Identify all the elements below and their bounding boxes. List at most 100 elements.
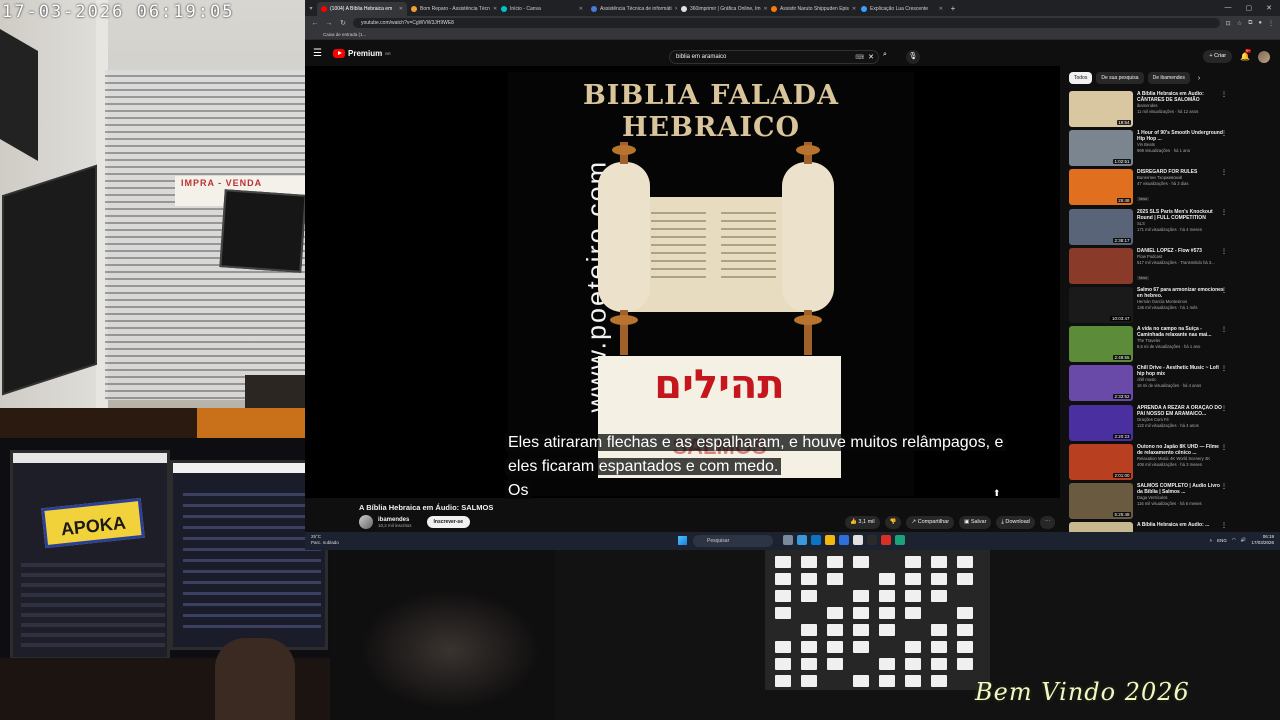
video-title[interactable]: 1 Hour of 90's Smooth Underground Hip Ho…	[1137, 130, 1225, 142]
close-tab-icon[interactable]: ✕	[852, 6, 856, 12]
back-icon[interactable]: ←	[311, 20, 319, 27]
task-view-icon[interactable]	[783, 535, 793, 545]
video-thumbnail[interactable]: 2:49:55	[1069, 326, 1133, 363]
video-title[interactable]: APRENDA A REZAR A ORAÇÃO DO PAI NOSSO EM…	[1137, 405, 1225, 417]
recommended-video[interactable]: 5:25:48 SALMOS COMPLETO | Áudio Livro da …	[1069, 482, 1227, 522]
taskbar-search[interactable]: Pesquisar	[693, 535, 773, 547]
recommended-video[interactable]: 1:02:51 1 Hour of 90's Smooth Underground…	[1069, 130, 1227, 169]
video-options-icon[interactable]: ⋮	[1221, 444, 1227, 451]
video-thumbnail[interactable]: 25:48	[1069, 169, 1133, 206]
browser-tab[interactable]: (1004) A Bíblia Hebraica em ✕	[317, 2, 407, 16]
browser-menu-icon[interactable]: ⋮	[1268, 20, 1274, 27]
video-thumbnail[interactable]: 2:01:00	[1069, 443, 1133, 480]
video-thumbnail[interactable]: 10:03:47	[1069, 286, 1133, 323]
app-icon[interactable]	[853, 535, 863, 545]
video-title[interactable]: Outono no Japão 8K UHD — Filme de relaxa…	[1137, 444, 1225, 456]
url-field[interactable]: youtube.com/watch?v=CgWVW3JH9WE8	[353, 18, 1220, 28]
extensions-icon[interactable]: ⧉	[1248, 20, 1252, 27]
file-explorer-icon[interactable]	[825, 535, 835, 545]
channel-avatar[interactable]	[359, 515, 373, 529]
tray-overflow-icon[interactable]: ˄	[1210, 538, 1213, 543]
video-options-icon[interactable]: ⋮	[1221, 522, 1227, 529]
bookmark-item[interactable]: Caixa de entrada (1...	[323, 32, 366, 37]
recommended-video[interactable]: 2:20:23 APRENDA A REZAR A ORAÇÃO DO PAI N…	[1069, 404, 1227, 444]
browser-tab[interactable]: Assistir Naruto Shippuden Epis ✕	[767, 2, 857, 16]
recommended-video[interactable]: 2:33:52 Chill Drive - Aesthetic Music ~ L…	[1069, 365, 1227, 404]
forward-icon[interactable]: →	[325, 20, 333, 27]
download-button[interactable]: ⤓ Download	[996, 516, 1035, 529]
video-title[interactable]: Chill Drive - Aesthetic Music ~ Lofi hip…	[1137, 365, 1225, 377]
profile-icon[interactable]: ●	[1258, 20, 1262, 26]
clear-search-icon[interactable]: ✕	[864, 53, 878, 61]
like-button[interactable]: 👍 3,1 mil	[845, 516, 880, 529]
windows-start-icon[interactable]	[678, 536, 687, 545]
maximize-icon[interactable]: ▢	[1246, 4, 1253, 12]
chip-todos[interactable]: Todos	[1069, 72, 1093, 84]
video-thumbnail[interactable]	[1069, 247, 1133, 284]
recommended-video[interactable]: 2:49:55 A vida no campo na Suíça - Caminh…	[1069, 326, 1227, 365]
video-thumbnail[interactable]: 1:02:51	[1069, 130, 1133, 167]
video-options-icon[interactable]: ⋮	[1221, 483, 1227, 490]
browser-tab[interactable]: 360imprimir | Gráfica Online, Im ✕	[677, 2, 767, 16]
video-options-icon[interactable]: ⋮	[1221, 326, 1227, 333]
new-tab-button[interactable]: +	[947, 4, 959, 13]
wifi-icon[interactable]: ◠	[1232, 537, 1236, 543]
language-indicator[interactable]: ENG	[1217, 538, 1227, 543]
close-tab-icon[interactable]: ✕	[939, 6, 943, 12]
recommended-video[interactable]: 2:01:00 Outono no Japão 8K UHD — Filme de…	[1069, 443, 1227, 483]
store-icon[interactable]	[839, 535, 849, 545]
weather-widget[interactable]: 25°C Parc. nublado	[311, 534, 339, 546]
video-options-icon[interactable]: ⋮	[1221, 365, 1227, 372]
video-options-icon[interactable]: ⋮	[1221, 91, 1227, 98]
youtube-logo[interactable]: Premium BR	[333, 48, 391, 58]
browser-tab[interactable]: Explicação Lua Crescente ✕	[857, 2, 947, 16]
chrome-icon[interactable]	[797, 535, 807, 545]
edge-icon[interactable]	[811, 535, 821, 545]
video-thumbnail[interactable]: 2:38:17	[1069, 208, 1133, 245]
minimize-icon[interactable]: —	[1225, 4, 1232, 12]
more-actions-icon[interactable]: ⋯	[1039, 516, 1056, 529]
mic-icon[interactable]: 🎙	[906, 50, 920, 64]
clock[interactable]: 06:19 17/03/2026	[1251, 534, 1274, 546]
video-title[interactable]: 2025 SLS Paris Men's Knockout Round | FU…	[1137, 209, 1225, 221]
chrome-profile-icon[interactable]	[881, 535, 891, 545]
search-input[interactable]: biblia em aramaico ⌨ ✕ ⌕	[669, 50, 887, 64]
install-icon[interactable]: ⊡	[1226, 20, 1231, 27]
app-icon[interactable]	[895, 535, 905, 545]
video-options-icon[interactable]: ⋮	[1221, 287, 1227, 294]
reload-icon[interactable]: ↻	[339, 19, 347, 27]
account-avatar[interactable]	[1258, 50, 1270, 63]
channel-name[interactable]: ibamendes	[378, 517, 412, 523]
save-button[interactable]: ▣ Salvar	[959, 516, 992, 529]
chevron-right-icon[interactable]: ›	[1198, 75, 1200, 82]
recommended-video[interactable]: 25:48 DISREGARD FOR RULES Валентин Тхоржев…	[1069, 169, 1227, 208]
close-window-icon[interactable]: ✕	[1266, 4, 1272, 12]
video-title[interactable]: Salmo 67 para armonizar emociones en heb…	[1137, 287, 1225, 299]
bookmark-star-icon[interactable]: ☆	[1237, 20, 1242, 27]
video-options-icon[interactable]: ⋮	[1221, 209, 1227, 216]
hamburger-menu-icon[interactable]: ☰	[313, 48, 329, 59]
video-options-icon[interactable]: ⋮	[1221, 130, 1227, 137]
video-title[interactable]: A Bíblia Hebraica em Áudio: CÂNTARES DE …	[1137, 91, 1225, 103]
keyboard-icon[interactable]: ⌨	[855, 54, 864, 61]
dislike-button[interactable]: 👎	[884, 516, 902, 529]
terminal-icon[interactable]	[867, 535, 877, 545]
video-thumbnail[interactable]: 19:54	[1069, 91, 1133, 127]
recommended-video[interactable]: 10:03:47 Salmo 67 para armonizar emocione…	[1069, 286, 1227, 326]
create-button[interactable]: + Criar	[1203, 50, 1233, 63]
video-options-icon[interactable]: ⋮	[1221, 248, 1227, 255]
close-tab-icon[interactable]: ✕	[579, 6, 583, 12]
close-tab-icon[interactable]: ✕	[399, 6, 403, 12]
subscribe-button[interactable]: Inscrever-se	[426, 516, 470, 528]
video-title[interactable]: A Bíblia Hebraica em Áudio: ...	[1137, 522, 1225, 528]
video-thumbnail[interactable]: 2:33:52	[1069, 365, 1133, 402]
share-button[interactable]: ↗ Compartilhar	[906, 516, 955, 529]
video-thumbnail[interactable]: 2:20:23	[1069, 404, 1133, 441]
recommended-video[interactable]: 2:38:17 2025 SLS Paris Men's Knockout Rou…	[1069, 208, 1227, 248]
recommended-video[interactable]: 19:54 A Bíblia Hebraica em Áudio: CÂNTARE…	[1069, 91, 1227, 130]
tab-search-icon[interactable]: ▾	[305, 5, 317, 12]
recommended-video[interactable]: DANIEL LOPEZ - Flow #573 Flow Podcast 517 …	[1069, 247, 1227, 287]
video-title[interactable]: SALMOS COMPLETO | Áudio Livro da Bíblia …	[1137, 483, 1225, 495]
browser-tab[interactable]: Bom Reparo - Assistência Técn ✕	[407, 2, 497, 16]
browser-tab[interactable]: Assistência Técnica de informáti ✕	[587, 2, 677, 16]
